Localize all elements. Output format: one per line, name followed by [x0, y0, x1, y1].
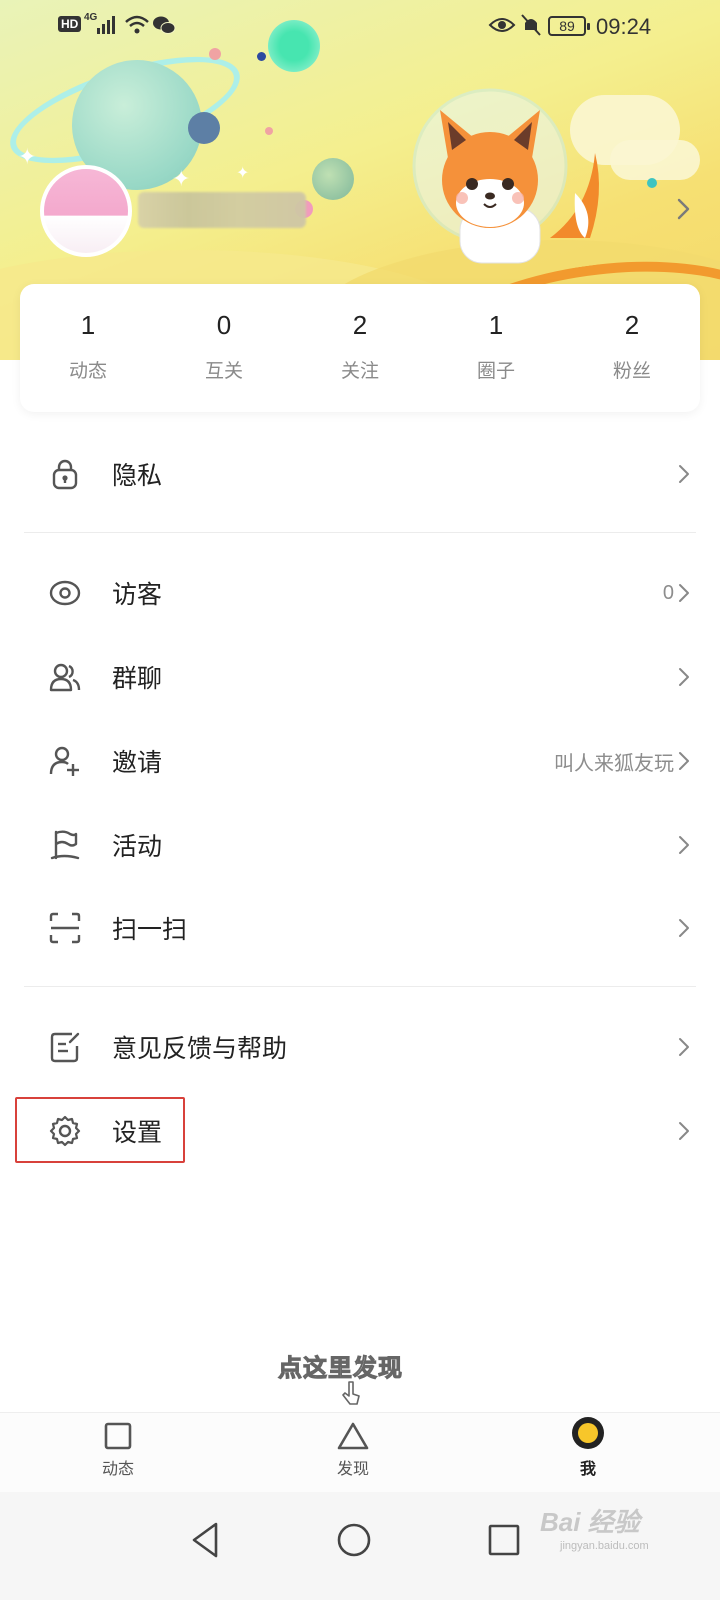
triangle-icon [337, 1422, 369, 1450]
nav-tab-label: 我 [579, 1461, 596, 1478]
avatar[interactable] [40, 165, 132, 257]
chevron-right-icon [679, 919, 689, 937]
username-blurred[interactable] [138, 192, 306, 228]
chevron-right-icon [679, 1122, 689, 1140]
sparkle-icon: ✦ [18, 144, 37, 169]
me-dot-icon [572, 1417, 604, 1449]
chevron-right-icon [679, 1038, 689, 1056]
stat-followers[interactable]: 2 粉丝 [564, 284, 700, 412]
bell-muted-icon [521, 14, 541, 36]
menu-item-feedback[interactable]: 意见反馈与帮助 [0, 1005, 720, 1089]
menu-item-visitors[interactable]: 访客 0 [0, 551, 720, 635]
earth-decoration [312, 158, 354, 200]
stat-label: 互关 [204, 361, 243, 382]
discover-hint-text: 点这里发现 [278, 1355, 403, 1383]
menu-item-group-chat[interactable]: 群聊 [0, 635, 720, 719]
hand-pointer-icon [342, 1381, 360, 1405]
recents-button[interactable] [482, 1518, 526, 1562]
stat-value: 1 [80, 310, 96, 340]
chevron-right-icon [679, 465, 689, 483]
stat-label: 动态 [68, 361, 107, 382]
sparkle-icon: ✦ [236, 165, 250, 182]
menu-item-activity[interactable]: 活动 [0, 803, 720, 887]
stats-card: 1 动态 0 互关 2 关注 1 圈子 2 粉丝 [20, 284, 700, 412]
invite-hint: 叫人来狐友玩 [554, 752, 674, 775]
chevron-right-icon [679, 836, 689, 854]
stat-value: 2 [624, 310, 640, 340]
status-bar: HD 4G 89 09:24 [0, 0, 720, 52]
stat-label: 粉丝 [612, 361, 651, 382]
menu-item-label: 意见反馈与帮助 [112, 1035, 288, 1063]
chevron-right-icon [679, 668, 689, 686]
stat-following[interactable]: 2 关注 [292, 284, 428, 412]
stat-value: 0 [216, 310, 232, 340]
lock-icon [52, 459, 78, 490]
divider [24, 986, 696, 987]
nav-tab-label: 动态 [101, 1461, 134, 1478]
moon-decoration [188, 112, 220, 144]
nav-tab-label: 发现 [336, 1461, 369, 1478]
menu-item-invite[interactable]: 邀请 叫人来狐友玩 [0, 719, 720, 803]
watermark-logo: Bai 经验 [540, 1507, 640, 1537]
eye-icon [488, 18, 516, 32]
add-user-icon [49, 746, 79, 776]
menu-item-label: 隐私 [112, 462, 163, 490]
menu-item-privacy[interactable]: 隐私 [0, 432, 720, 516]
feedback-edit-icon [50, 1032, 80, 1063]
visitor-count: 0 [662, 581, 674, 604]
stat-value: 1 [488, 310, 504, 340]
stat-circles[interactable]: 1 圈子 [428, 284, 564, 412]
signal-icon [97, 16, 115, 34]
chevron-right-icon[interactable] [670, 196, 696, 222]
battery-indicator: 89 [548, 16, 590, 36]
divider [24, 532, 696, 533]
clock: 09:24 [596, 14, 652, 39]
eye-icon [49, 580, 81, 606]
stat-value: 2 [352, 310, 368, 340]
square-icon [104, 1422, 132, 1450]
menu-item-label: 活动 [112, 833, 163, 861]
menu-item-label: 扫一扫 [112, 916, 188, 944]
wifi-icon [125, 15, 149, 34]
scan-icon [49, 912, 81, 944]
bottom-navigation: 动态 发现 我 [0, 1412, 720, 1492]
sparkle-icon: ✦ [172, 166, 191, 191]
menu-item-label: 群聊 [112, 665, 163, 693]
chevron-right-icon [679, 752, 689, 770]
wechat-icon [153, 16, 176, 34]
flag-icon [50, 830, 80, 860]
stat-mutual[interactable]: 0 互关 [156, 284, 292, 412]
group-icon [49, 663, 81, 692]
nav-tab-me[interactable]: 我 [538, 1417, 638, 1479]
nav-tab-discover[interactable]: 发现 [303, 1421, 403, 1479]
star-dot [647, 178, 657, 188]
menu-item-label: 访客 [112, 581, 163, 609]
stat-label: 圈子 [476, 361, 515, 382]
chevron-right-icon [679, 584, 689, 602]
nav-tab-feed[interactable]: 动态 [68, 1421, 168, 1479]
fox-mascot-illustration [412, 88, 599, 264]
star-dot [265, 127, 273, 135]
back-button[interactable] [184, 1518, 228, 1562]
stat-label: 关注 [340, 361, 379, 382]
home-button[interactable] [332, 1518, 376, 1562]
watermark-url: jingyan.baidu.com [560, 1540, 649, 1552]
star-dot [257, 52, 266, 61]
hd-badge: HD [58, 16, 82, 32]
settings-highlight-box [15, 1097, 185, 1163]
menu-item-scan[interactable]: 扫一扫 [0, 886, 720, 970]
menu-item-label: 邀请 [112, 749, 163, 777]
stat-posts[interactable]: 1 动态 [20, 284, 156, 412]
